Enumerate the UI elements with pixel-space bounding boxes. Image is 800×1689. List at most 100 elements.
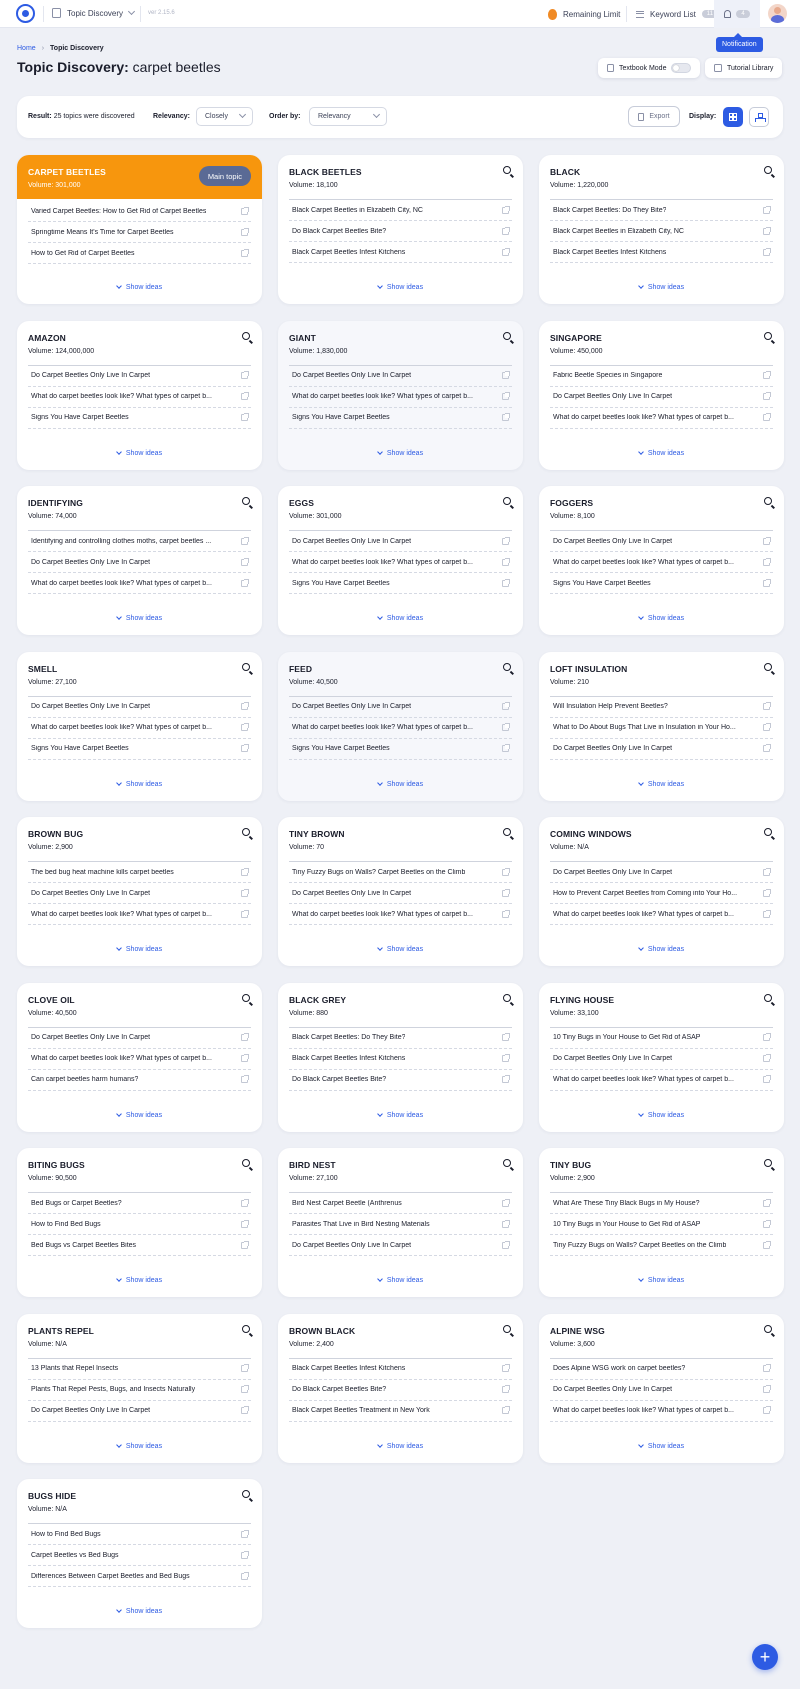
idea-item[interactable]: Do Carpet Beetles Only Live In Carpet (289, 883, 512, 904)
idea-item[interactable]: What do carpet beetles look like? What t… (28, 387, 251, 408)
idea-item[interactable]: How to Prevent Carpet Beetles from Comin… (550, 883, 773, 904)
external-link-icon[interactable] (241, 1033, 249, 1041)
external-link-icon[interactable] (241, 248, 249, 257)
external-link-icon[interactable] (763, 867, 771, 876)
idea-item[interactable]: Can carpet beetles harm humans? (28, 1070, 251, 1091)
external-link-icon[interactable] (241, 1571, 249, 1580)
idea-item[interactable]: Do Carpet Beetles Only Live In Carpet (28, 1028, 251, 1049)
idea-item[interactable]: What do carpet beetles look like? What t… (289, 552, 512, 573)
breadcrumb-home[interactable]: Home (17, 45, 36, 52)
external-link-icon[interactable] (241, 1364, 249, 1372)
external-link-icon[interactable] (763, 888, 771, 897)
textbook-mode-toggle[interactable]: Textbook Mode (598, 58, 701, 78)
external-link-icon[interactable] (763, 392, 771, 400)
external-link-icon[interactable] (502, 413, 510, 421)
search-icon[interactable] (764, 662, 772, 671)
show-ideas-button[interactable]: Show ideas (539, 283, 784, 291)
show-ideas-button[interactable]: Show ideas (17, 945, 262, 953)
external-link-icon[interactable] (763, 371, 771, 379)
external-link-icon[interactable] (763, 1075, 771, 1083)
external-link-icon[interactable] (241, 1406, 249, 1414)
external-link-icon[interactable] (502, 392, 510, 400)
external-link-icon[interactable] (241, 227, 249, 236)
idea-item[interactable]: The bed bug heat machine kills carpet be… (28, 862, 251, 883)
idea-item[interactable]: What do carpet beetles look like? What t… (550, 408, 773, 429)
idea-item[interactable]: What do carpet beetles look like? What t… (28, 904, 251, 925)
external-link-icon[interactable] (763, 247, 771, 256)
external-link-icon[interactable] (241, 1054, 249, 1062)
idea-item[interactable]: Do Carpet Beetles Only Live In Carpet (550, 862, 773, 883)
external-link-icon[interactable] (763, 1364, 771, 1372)
search-icon[interactable] (764, 166, 772, 174)
avatar[interactable] (768, 4, 787, 23)
idea-item[interactable]: What do carpet beetles look like? What t… (289, 904, 512, 925)
show-ideas-button[interactable]: Show ideas (278, 945, 523, 953)
external-link-icon[interactable] (763, 702, 771, 710)
external-link-icon[interactable] (763, 744, 771, 752)
idea-item[interactable]: Varied Carpet Beetles: How to Get Rid of… (28, 201, 251, 222)
show-ideas-button[interactable]: Show ideas (539, 779, 784, 788)
external-link-icon[interactable] (502, 226, 510, 235)
search-icon[interactable] (503, 993, 511, 1002)
show-ideas-button[interactable]: Show ideas (17, 1276, 262, 1284)
idea-item[interactable]: Carpet Beetles vs Bed Bugs (28, 1545, 251, 1566)
idea-item[interactable]: Do Carpet Beetles Only Live In Carpet (550, 1380, 773, 1401)
idea-item[interactable]: What do carpet beetles look like? What t… (28, 1049, 251, 1070)
show-ideas-button[interactable]: Show ideas (278, 1441, 523, 1450)
external-link-icon[interactable] (241, 744, 249, 752)
external-link-icon[interactable] (502, 247, 510, 256)
show-ideas-button[interactable]: Show ideas (539, 614, 784, 622)
external-link-icon[interactable] (763, 226, 771, 235)
show-ideas-button[interactable]: Show ideas (278, 1110, 523, 1119)
search-icon[interactable] (764, 497, 772, 505)
idea-item[interactable]: How to Get Rid of Carpet Beetles (28, 243, 251, 264)
idea-item[interactable]: Do Carpet Beetles Only Live In Carpet (289, 366, 512, 387)
external-link-icon[interactable] (502, 702, 510, 710)
idea-item[interactable]: What do carpet beetles look like? What t… (28, 573, 251, 594)
idea-item[interactable]: Do Carpet Beetles Only Live In Carpet (289, 1235, 512, 1256)
external-link-icon[interactable] (763, 909, 771, 918)
logo-icon[interactable] (16, 4, 35, 23)
keyword-list-button[interactable]: Keyword List 11 (636, 0, 719, 28)
idea-item[interactable]: Signs You Have Carpet Beetles (289, 573, 512, 594)
external-link-icon[interactable] (241, 1550, 249, 1559)
idea-item[interactable]: Tiny Fuzzy Bugs on Walls? Carpet Beetles… (289, 862, 512, 883)
external-link-icon[interactable] (763, 578, 771, 587)
idea-item[interactable]: Black Carpet Beetles Treatment in New Yo… (289, 1401, 512, 1422)
idea-item[interactable]: What do carpet beetles look like? What t… (550, 1401, 773, 1422)
idea-item[interactable]: Do Black Carpet Beetles Bite? (289, 1070, 512, 1091)
notification-button[interactable]: 4 (714, 0, 760, 28)
show-ideas-button[interactable]: Show ideas (17, 1607, 262, 1615)
show-ideas-button[interactable]: Show ideas (539, 945, 784, 953)
main-topic-badge[interactable]: Main topic (198, 166, 251, 186)
idea-item[interactable]: Tiny Fuzzy Bugs on Walls? Carpet Beetles… (550, 1235, 773, 1256)
external-link-icon[interactable] (502, 1385, 510, 1393)
search-icon[interactable] (764, 1324, 772, 1333)
idea-item[interactable]: Black Carpet Beetles Infest Kitchens (289, 242, 512, 263)
idea-item[interactable]: Do Carpet Beetles Only Live In Carpet (28, 366, 251, 387)
idea-item[interactable]: Black Carpet Beetles Infest Kitchens (289, 1359, 512, 1380)
idea-item[interactable]: Do Carpet Beetles Only Live In Carpet (550, 387, 773, 408)
external-link-icon[interactable] (763, 1406, 771, 1414)
show-ideas-button[interactable]: Show ideas (278, 283, 523, 291)
idea-item[interactable]: Does Alpine WSG work on carpet beetles? (550, 1359, 773, 1380)
external-link-icon[interactable] (241, 888, 249, 897)
external-link-icon[interactable] (241, 1385, 249, 1393)
search-icon[interactable] (503, 497, 511, 505)
show-ideas-button[interactable]: Show ideas (539, 1441, 784, 1450)
idea-item[interactable]: Bed Bugs or Carpet Beetles? (28, 1193, 251, 1214)
external-link-icon[interactable] (241, 206, 249, 215)
idea-item[interactable]: Bird Nest Carpet Beetle (Anthrenus (289, 1193, 512, 1214)
external-link-icon[interactable] (241, 371, 249, 379)
idea-item[interactable]: Do Carpet Beetles Only Live In Carpet (28, 552, 251, 573)
idea-item[interactable]: Do Carpet Beetles Only Live In Carpet (289, 531, 512, 552)
external-link-icon[interactable] (241, 702, 249, 710)
external-link-icon[interactable] (763, 1240, 771, 1249)
idea-item[interactable]: What to Do About Bugs That Live in Insul… (550, 718, 773, 739)
search-icon[interactable] (242, 828, 250, 836)
idea-item[interactable]: Fabric Beetle Species in Singapore (550, 366, 773, 387)
idea-item[interactable]: Differences Between Carpet Beetles and B… (28, 1566, 251, 1587)
idea-item[interactable]: Do Carpet Beetles Only Live In Carpet (28, 697, 251, 718)
show-ideas-button[interactable]: Show ideas (17, 614, 262, 622)
tree-view-button[interactable] (749, 107, 769, 127)
